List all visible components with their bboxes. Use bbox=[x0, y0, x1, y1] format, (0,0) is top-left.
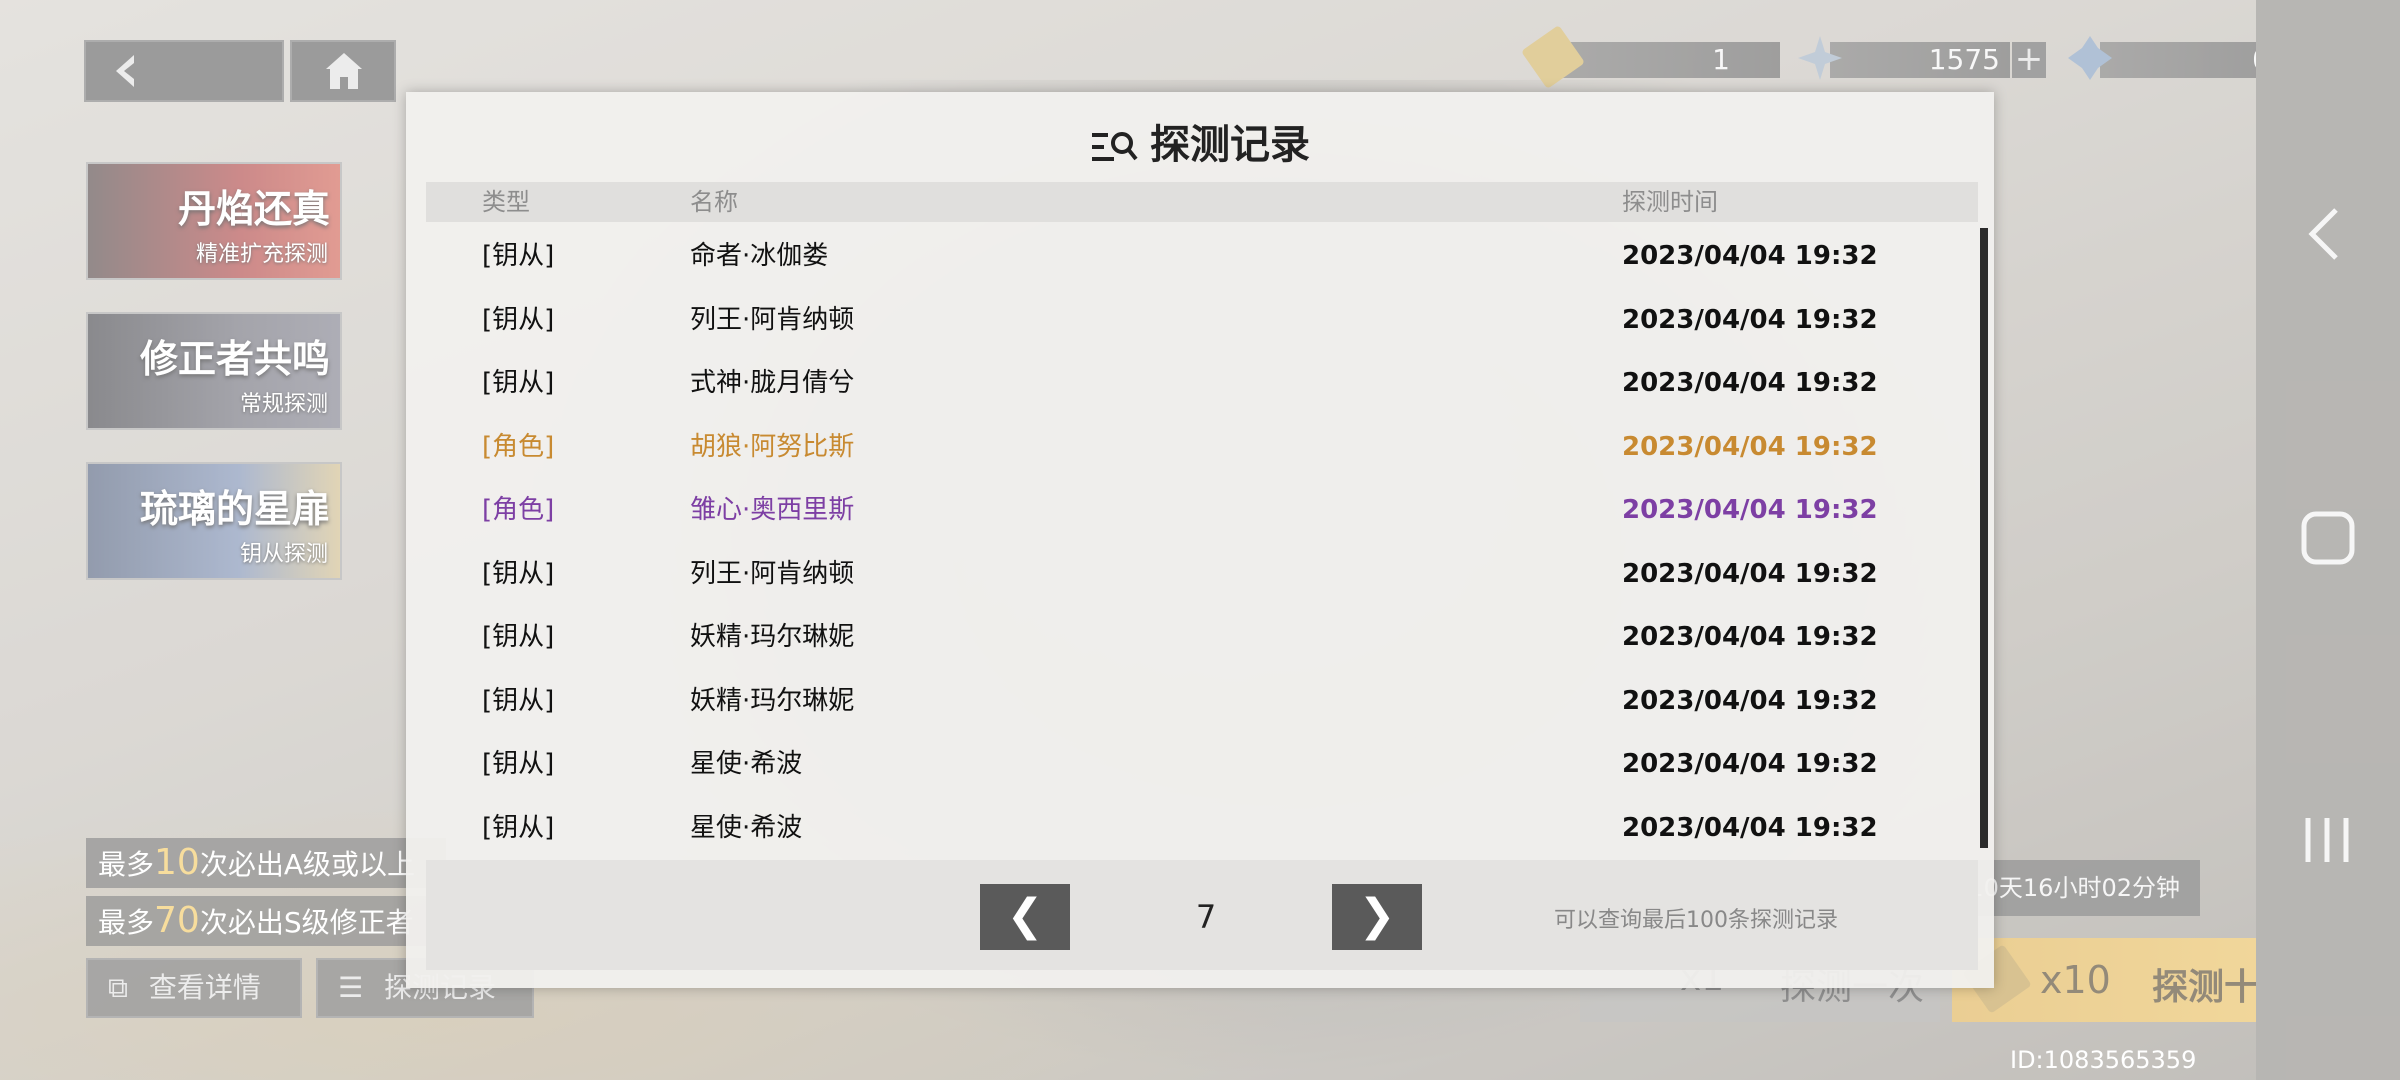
row-type: [钥从] bbox=[482, 749, 555, 779]
records-dialog: 探测记录 类型 名称 探测时间 [钥从] 命者·冰伽娄 2023/04/04 19:… bbox=[406, 92, 1994, 988]
row-name: 列王·阿肯纳顿 bbox=[690, 305, 855, 335]
record-search-icon bbox=[1092, 132, 1138, 161]
row-time: 2023/04/04 19:32 bbox=[1622, 749, 1878, 779]
row-name: 星使·希波 bbox=[690, 813, 803, 843]
row-time: 2023/04/04 19:32 bbox=[1622, 368, 1878, 398]
row-type: [钥从] bbox=[482, 368, 555, 398]
row-time: 2023/04/04 19:32 bbox=[1622, 432, 1878, 462]
row-time: 2023/04/04 19:32 bbox=[1622, 686, 1878, 716]
table-row: [角色] 胡狼·阿努比斯 2023/04/04 19:32 bbox=[406, 415, 1994, 479]
prev-page-button[interactable]: ❮ bbox=[980, 884, 1070, 950]
table-row: [钥从] 妖精·玛尔琳妮 2023/04/04 19:32 bbox=[406, 669, 1994, 733]
row-type: [钥从] bbox=[482, 559, 555, 589]
table-row: [角色] 雏心·奥西里斯 2023/04/04 19:32 bbox=[406, 478, 1994, 542]
row-name: 胡狼·阿努比斯 bbox=[690, 432, 855, 462]
row-name: 列王·阿肯纳顿 bbox=[690, 559, 855, 589]
table-row: [钥从] 星使·希波 2023/04/04 19:32 bbox=[406, 732, 1994, 796]
row-time: 2023/04/04 19:32 bbox=[1622, 305, 1878, 335]
column-time: 探测时间 bbox=[1622, 188, 1718, 216]
row-time: 2023/04/04 19:32 bbox=[1622, 495, 1878, 525]
row-name: 式神·胧月倩兮 bbox=[690, 368, 855, 398]
row-type: [钥从] bbox=[482, 241, 555, 271]
list-scrollbar[interactable] bbox=[1980, 228, 1988, 848]
table-row: [钥从] 星使·希波 2023/04/04 19:32 bbox=[406, 796, 1994, 860]
column-type: 类型 bbox=[482, 188, 530, 216]
records-limit-note: 可以查询最后100条探测记录 bbox=[1554, 908, 1838, 933]
table-header: 类型 名称 探测时间 bbox=[426, 182, 1978, 222]
table-row: [钥从] 妖精·玛尔琳妮 2023/04/04 19:32 bbox=[406, 605, 1994, 669]
row-time: 2023/04/04 19:32 bbox=[1622, 241, 1878, 271]
row-time: 2023/04/04 19:32 bbox=[1622, 559, 1878, 589]
table-row: [钥从] 命者·冰伽娄 2023/04/04 19:32 bbox=[406, 224, 1994, 288]
row-time: 2023/04/04 19:32 bbox=[1622, 813, 1878, 843]
row-type: [钥从] bbox=[482, 813, 555, 843]
column-name: 名称 bbox=[690, 188, 738, 216]
row-name: 星使·希波 bbox=[690, 749, 803, 779]
row-type: [角色] bbox=[482, 432, 555, 462]
table-row: [钥从] 式神·胧月倩兮 2023/04/04 19:32 bbox=[406, 351, 1994, 415]
row-type: [钥从] bbox=[482, 305, 555, 335]
table-row: [钥从] 列王·阿肯纳顿 2023/04/04 19:32 bbox=[406, 542, 1994, 606]
row-time: 2023/04/04 19:32 bbox=[1622, 622, 1878, 652]
chevron-left-icon: ❮ bbox=[1006, 890, 1044, 941]
table-row: [钥从] 列王·阿肯纳顿 2023/04/04 19:32 bbox=[406, 288, 1994, 352]
dialog-title-bar: 探测记录 bbox=[406, 112, 1994, 170]
next-page-button[interactable]: ❯ bbox=[1332, 884, 1422, 950]
row-name: 命者·冰伽娄 bbox=[690, 241, 829, 271]
chevron-right-icon: ❯ bbox=[1358, 890, 1396, 941]
row-type: [钥从] bbox=[482, 686, 555, 716]
row-name: 妖精·玛尔琳妮 bbox=[690, 686, 855, 716]
row-type: [角色] bbox=[482, 495, 555, 525]
row-type: [钥从] bbox=[482, 622, 555, 652]
dialog-title: 探测记录 bbox=[1150, 122, 1310, 168]
row-name: 雏心·奥西里斯 bbox=[690, 495, 855, 525]
row-name: 妖精·玛尔琳妮 bbox=[690, 622, 855, 652]
page-number: 7 bbox=[1195, 898, 1217, 936]
